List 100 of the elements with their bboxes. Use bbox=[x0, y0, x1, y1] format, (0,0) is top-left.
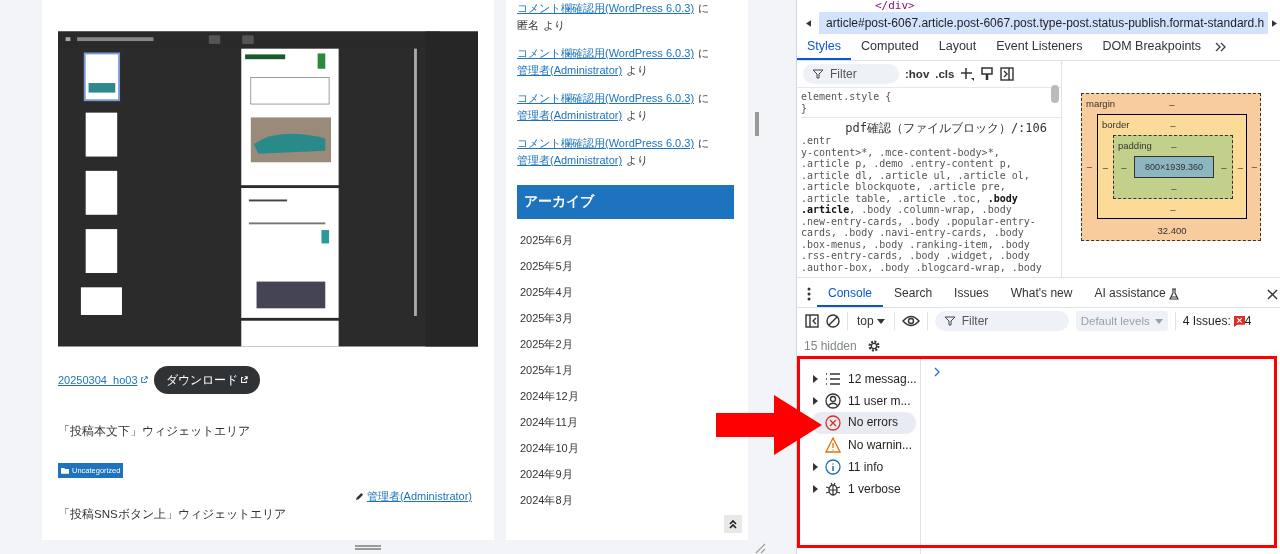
panel-tab[interactable]: Computed bbox=[851, 34, 929, 60]
post-link[interactable]: コメント欄確認用(WordPress 6.0.3) bbox=[517, 92, 695, 104]
code-line: .box-menus, .body .ranking-item, .body bbox=[801, 238, 1031, 250]
archive-link[interactable]: 2024年10月 bbox=[517, 435, 579, 461]
issues-count: 4 bbox=[1244, 314, 1252, 328]
post-link[interactable]: コメント欄確認用(WordPress 6.0.3) bbox=[517, 137, 695, 149]
console-filter-item[interactable]: 12 messag... bbox=[811, 368, 920, 390]
console-filter-item[interactable]: No errors bbox=[811, 412, 916, 434]
border-value: – bbox=[1237, 161, 1244, 173]
padding-value: – bbox=[1221, 161, 1227, 173]
more-tabs-icon[interactable] bbox=[1215, 42, 1228, 52]
code-line: .article, .body .column-wrap, .body bbox=[801, 204, 1013, 216]
box-label: padding bbox=[1118, 140, 1152, 151]
add-icon[interactable] bbox=[960, 67, 975, 81]
archive-link[interactable]: 2024年9月 bbox=[517, 461, 573, 487]
archive-link[interactable]: 2024年12月 bbox=[517, 383, 579, 409]
box-label: border bbox=[1102, 119, 1130, 130]
cls-button[interactable]: .cls bbox=[935, 68, 955, 80]
drawer-tab[interactable]: Search bbox=[883, 281, 944, 307]
panel-tab[interactable]: Layout bbox=[928, 34, 987, 60]
pencil-icon bbox=[354, 492, 364, 501]
padding-value: – bbox=[1121, 161, 1127, 173]
archive-link[interactable]: 2025年4月 bbox=[517, 279, 573, 305]
border-value: – bbox=[1102, 161, 1109, 173]
archive-link[interactable]: 2025年6月 bbox=[517, 227, 573, 253]
context-dropdown[interactable]: top bbox=[855, 314, 887, 328]
author-link[interactable]: 管理者(Administrator) bbox=[517, 64, 623, 76]
list-icon bbox=[825, 371, 841, 387]
panel-tab[interactable]: Event Listeners bbox=[986, 34, 1093, 60]
author-link[interactable]: 管理者(Administrator) bbox=[517, 109, 623, 121]
paint-brush-icon[interactable] bbox=[980, 67, 995, 81]
border-value: – bbox=[1170, 203, 1176, 215]
margin-value: – bbox=[1251, 161, 1258, 172]
console-filter-item[interactable]: No warnin... bbox=[811, 434, 920, 456]
code-line: .new-entry-cards, .body .popular-entry- bbox=[801, 215, 1037, 227]
padding-value: – bbox=[1171, 182, 1177, 194]
download-button[interactable]: ダウンロード bbox=[153, 366, 260, 394]
comment-joiner: に bbox=[698, 137, 710, 149]
expand-arrow-icon[interactable] bbox=[813, 375, 818, 383]
warning-icon bbox=[825, 437, 841, 453]
archive-link[interactable]: 2025年1月 bbox=[517, 357, 573, 383]
clear-console-icon[interactable] bbox=[826, 314, 840, 328]
splitter-handle[interactable] bbox=[755, 112, 759, 136]
author-link[interactable]: 管理者(Administrator) bbox=[366, 489, 472, 504]
left-triangle-icon bbox=[805, 19, 811, 27]
code-line: } bbox=[801, 103, 809, 115]
archive-link[interactable]: 2025年2月 bbox=[517, 331, 573, 357]
code-line: y-content>*, .mce-content-body>*, bbox=[801, 146, 1001, 158]
code-line: .article dl, .article ul, .article ol, bbox=[801, 169, 1031, 181]
archive-link[interactable]: 2025年3月 bbox=[517, 305, 573, 331]
close-icon[interactable] bbox=[1267, 288, 1278, 300]
code-line: cards, .body .navi-entry-cards, .body bbox=[801, 227, 1025, 239]
code-line: .article blockquote, .article pre, bbox=[801, 181, 1007, 193]
post-link[interactable]: コメント欄確認用(WordPress 6.0.3) bbox=[517, 47, 695, 59]
post-link[interactable]: コメント欄確認用(WordPress 6.0.3) bbox=[517, 2, 695, 14]
comment-author: 匿名 bbox=[517, 19, 539, 31]
filter-field[interactable]: Filter bbox=[934, 311, 1069, 331]
filter-field[interactable]: Filter bbox=[803, 64, 899, 84]
drawer-tab[interactable]: Console bbox=[817, 281, 884, 307]
console-filter-item[interactable]: 1 verbose bbox=[811, 478, 920, 500]
caret-icon bbox=[1154, 318, 1163, 324]
code-line: element.style { bbox=[801, 91, 893, 103]
drawer-tab[interactable]: What's new bbox=[999, 281, 1084, 307]
file-link[interactable]: 20250304_ho03 bbox=[58, 374, 148, 386]
author-link[interactable]: 管理者(Administrator) bbox=[517, 154, 623, 166]
info-icon bbox=[825, 459, 841, 475]
settings-icon[interactable] bbox=[866, 339, 881, 353]
filter-icon bbox=[944, 316, 955, 326]
expand-arrow-icon[interactable] bbox=[813, 463, 818, 471]
drawer-tab[interactable]: Issues bbox=[943, 281, 1000, 307]
issues-label[interactable]: 4 Issues: bbox=[1182, 314, 1231, 328]
padding-value: – bbox=[1171, 140, 1177, 152]
archive-link[interactable]: 2024年8月 bbox=[517, 487, 573, 513]
expand-arrow-icon[interactable] bbox=[813, 485, 818, 493]
panel-tab[interactable]: DOM Breakpoints bbox=[1092, 34, 1212, 60]
drawer-handle[interactable] bbox=[355, 544, 381, 550]
console-filter-item[interactable]: 11 info bbox=[811, 456, 920, 478]
drawer-tab[interactable]: AI assistance bbox=[1083, 281, 1177, 307]
scroll-top-button[interactable] bbox=[724, 515, 742, 533]
border-value: – bbox=[1170, 119, 1176, 131]
console-filter-item[interactable]: 11 user m... bbox=[811, 390, 920, 412]
comment-joiner: に bbox=[698, 92, 710, 104]
resize-icon[interactable] bbox=[754, 542, 766, 554]
code-line: .article table, .article .toc, .body bbox=[801, 192, 1019, 204]
margin-value: – bbox=[1169, 98, 1175, 110]
code-line: .author-box, .body .blogcard-wrap, .body bbox=[801, 261, 1043, 273]
hov-button[interactable]: :hov bbox=[905, 68, 930, 80]
sidebar-toggle-icon[interactable] bbox=[1000, 67, 1015, 81]
filter-icon bbox=[813, 69, 823, 79]
more-options-icon[interactable] bbox=[807, 287, 811, 301]
eye-icon[interactable] bbox=[901, 314, 920, 328]
sidebar-toggle-icon[interactable] bbox=[805, 314, 819, 328]
hidden-count: 15 hidden bbox=[804, 339, 857, 353]
panel-tab[interactable]: Styles bbox=[797, 34, 852, 60]
expand-arrow-icon[interactable] bbox=[813, 397, 818, 405]
code-line: .rss-entry-cards, .body .widget, .body bbox=[801, 250, 1031, 262]
rule-source-link[interactable]: pdf確認（ファイルブロック）/:106 bbox=[801, 117, 1061, 135]
folder-icon bbox=[61, 467, 69, 474]
archive-link[interactable]: 2024年11月 bbox=[517, 409, 578, 435]
archive-link[interactable]: 2025年5月 bbox=[517, 253, 573, 279]
